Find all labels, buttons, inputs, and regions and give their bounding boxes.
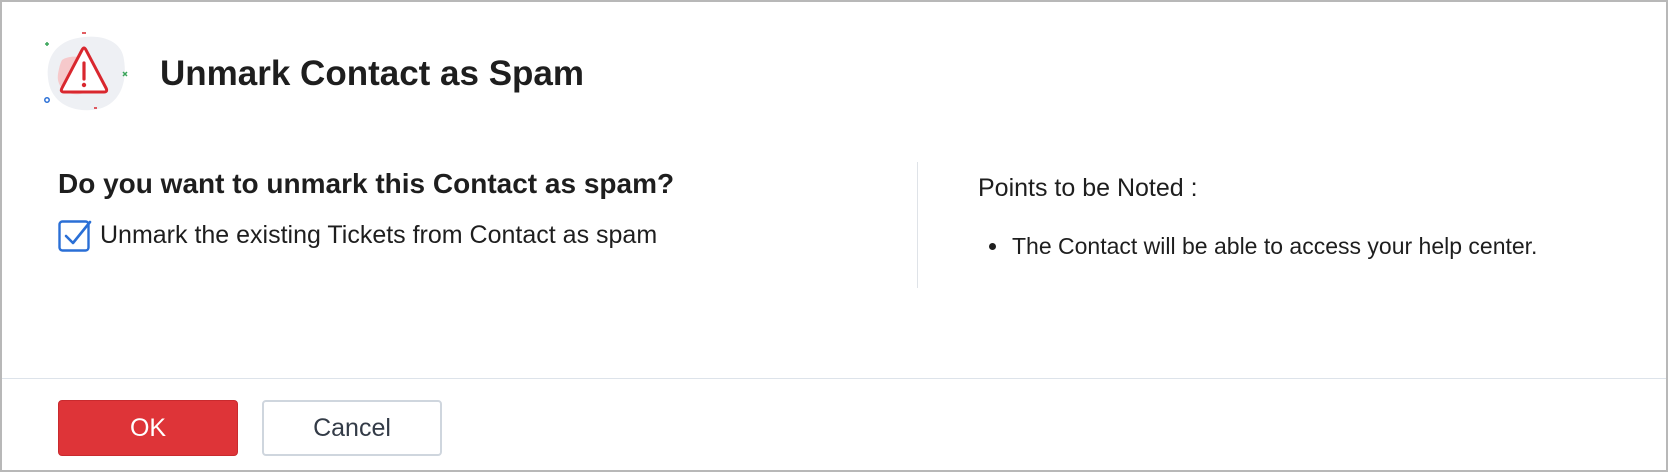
note-item: The Contact will be able to access your … [1010,232,1538,260]
confirmation-question: Do you want to unmark this Contact as sp… [58,168,675,199]
unmark-tickets-checkbox-label[interactable]: Unmark the existing Tickets from Contact… [100,221,657,250]
cancel-button[interactable]: Cancel [262,400,442,456]
notes-title: Points to be Noted : [978,174,1198,202]
notes-list: The Contact will be able to access your … [978,232,1538,260]
unmark-tickets-checkbox[interactable] [58,218,92,252]
warning-triangle-icon [40,30,140,120]
notes-section: Points to be Noted : The Contact will be… [978,170,1538,260]
footer-divider [2,378,1666,379]
unmark-spam-dialog: Unmark Contact as Spam Do you want to un… [0,0,1668,472]
ok-button[interactable]: OK [58,400,238,456]
unmark-tickets-checkbox-row[interactable]: Unmark the existing Tickets from Contact… [58,218,878,252]
dialog-header: Unmark Contact as Spam [2,2,1666,152]
confirmation-section: Do you want to unmark this Contact as sp… [58,162,878,252]
column-divider [917,162,918,288]
dialog-title: Unmark Contact as Spam [160,54,585,93]
